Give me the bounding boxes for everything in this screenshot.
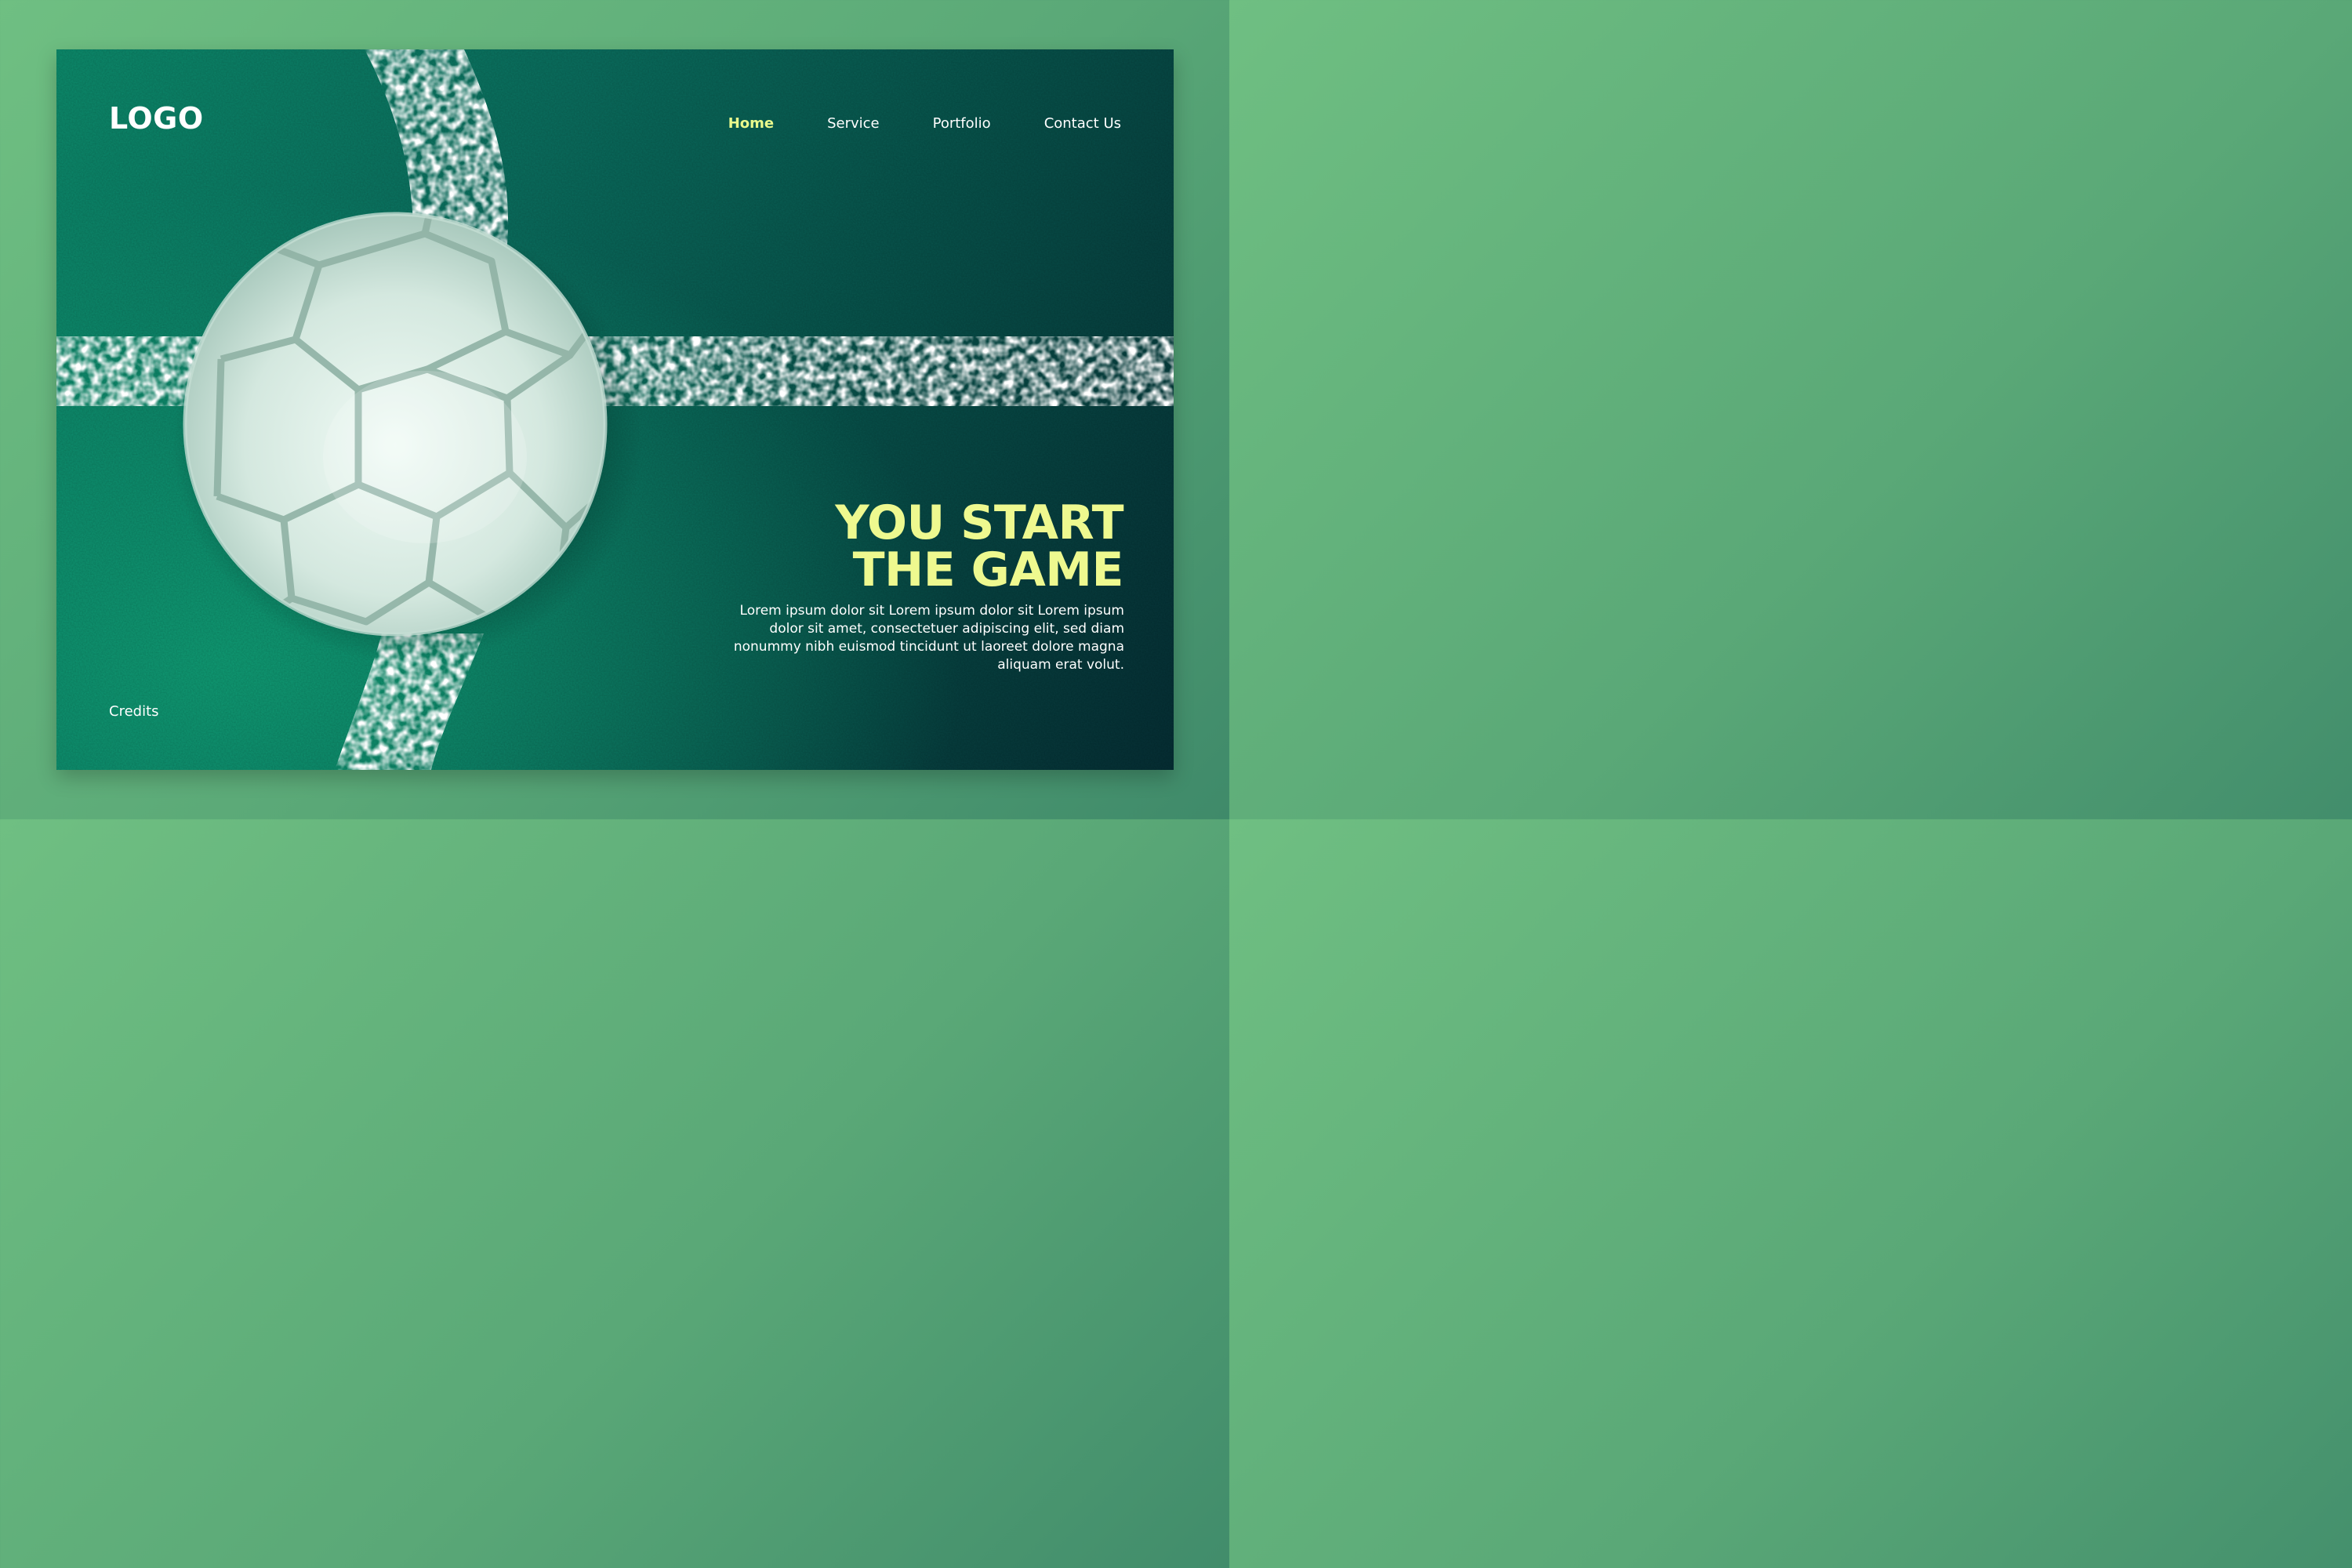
main-nav: Home Service Portfolio Contact Us bbox=[675, 115, 1121, 132]
hero-headline-line-2: THE GAME bbox=[852, 543, 1124, 597]
hero-headline-line-1: YOU START bbox=[835, 495, 1123, 550]
hero-headline: YOU START THE GAME bbox=[835, 499, 1123, 593]
hero-description: Lorem ipsum dolor sit Lorem ipsum dolor … bbox=[733, 603, 1124, 673]
logo[interactable]: LOGO bbox=[109, 101, 204, 136]
nav-service-link[interactable]: Service bbox=[827, 115, 880, 132]
nav-contact-us-link[interactable]: Contact Us bbox=[1044, 115, 1121, 132]
credits-link[interactable]: Credits bbox=[109, 703, 159, 720]
nav-home-link[interactable]: Home bbox=[728, 115, 774, 132]
landing-page-frame: LOGO Home Service Portfolio Contact Us Y… bbox=[56, 49, 1174, 770]
nav-portfolio-link[interactable]: Portfolio bbox=[933, 115, 991, 132]
